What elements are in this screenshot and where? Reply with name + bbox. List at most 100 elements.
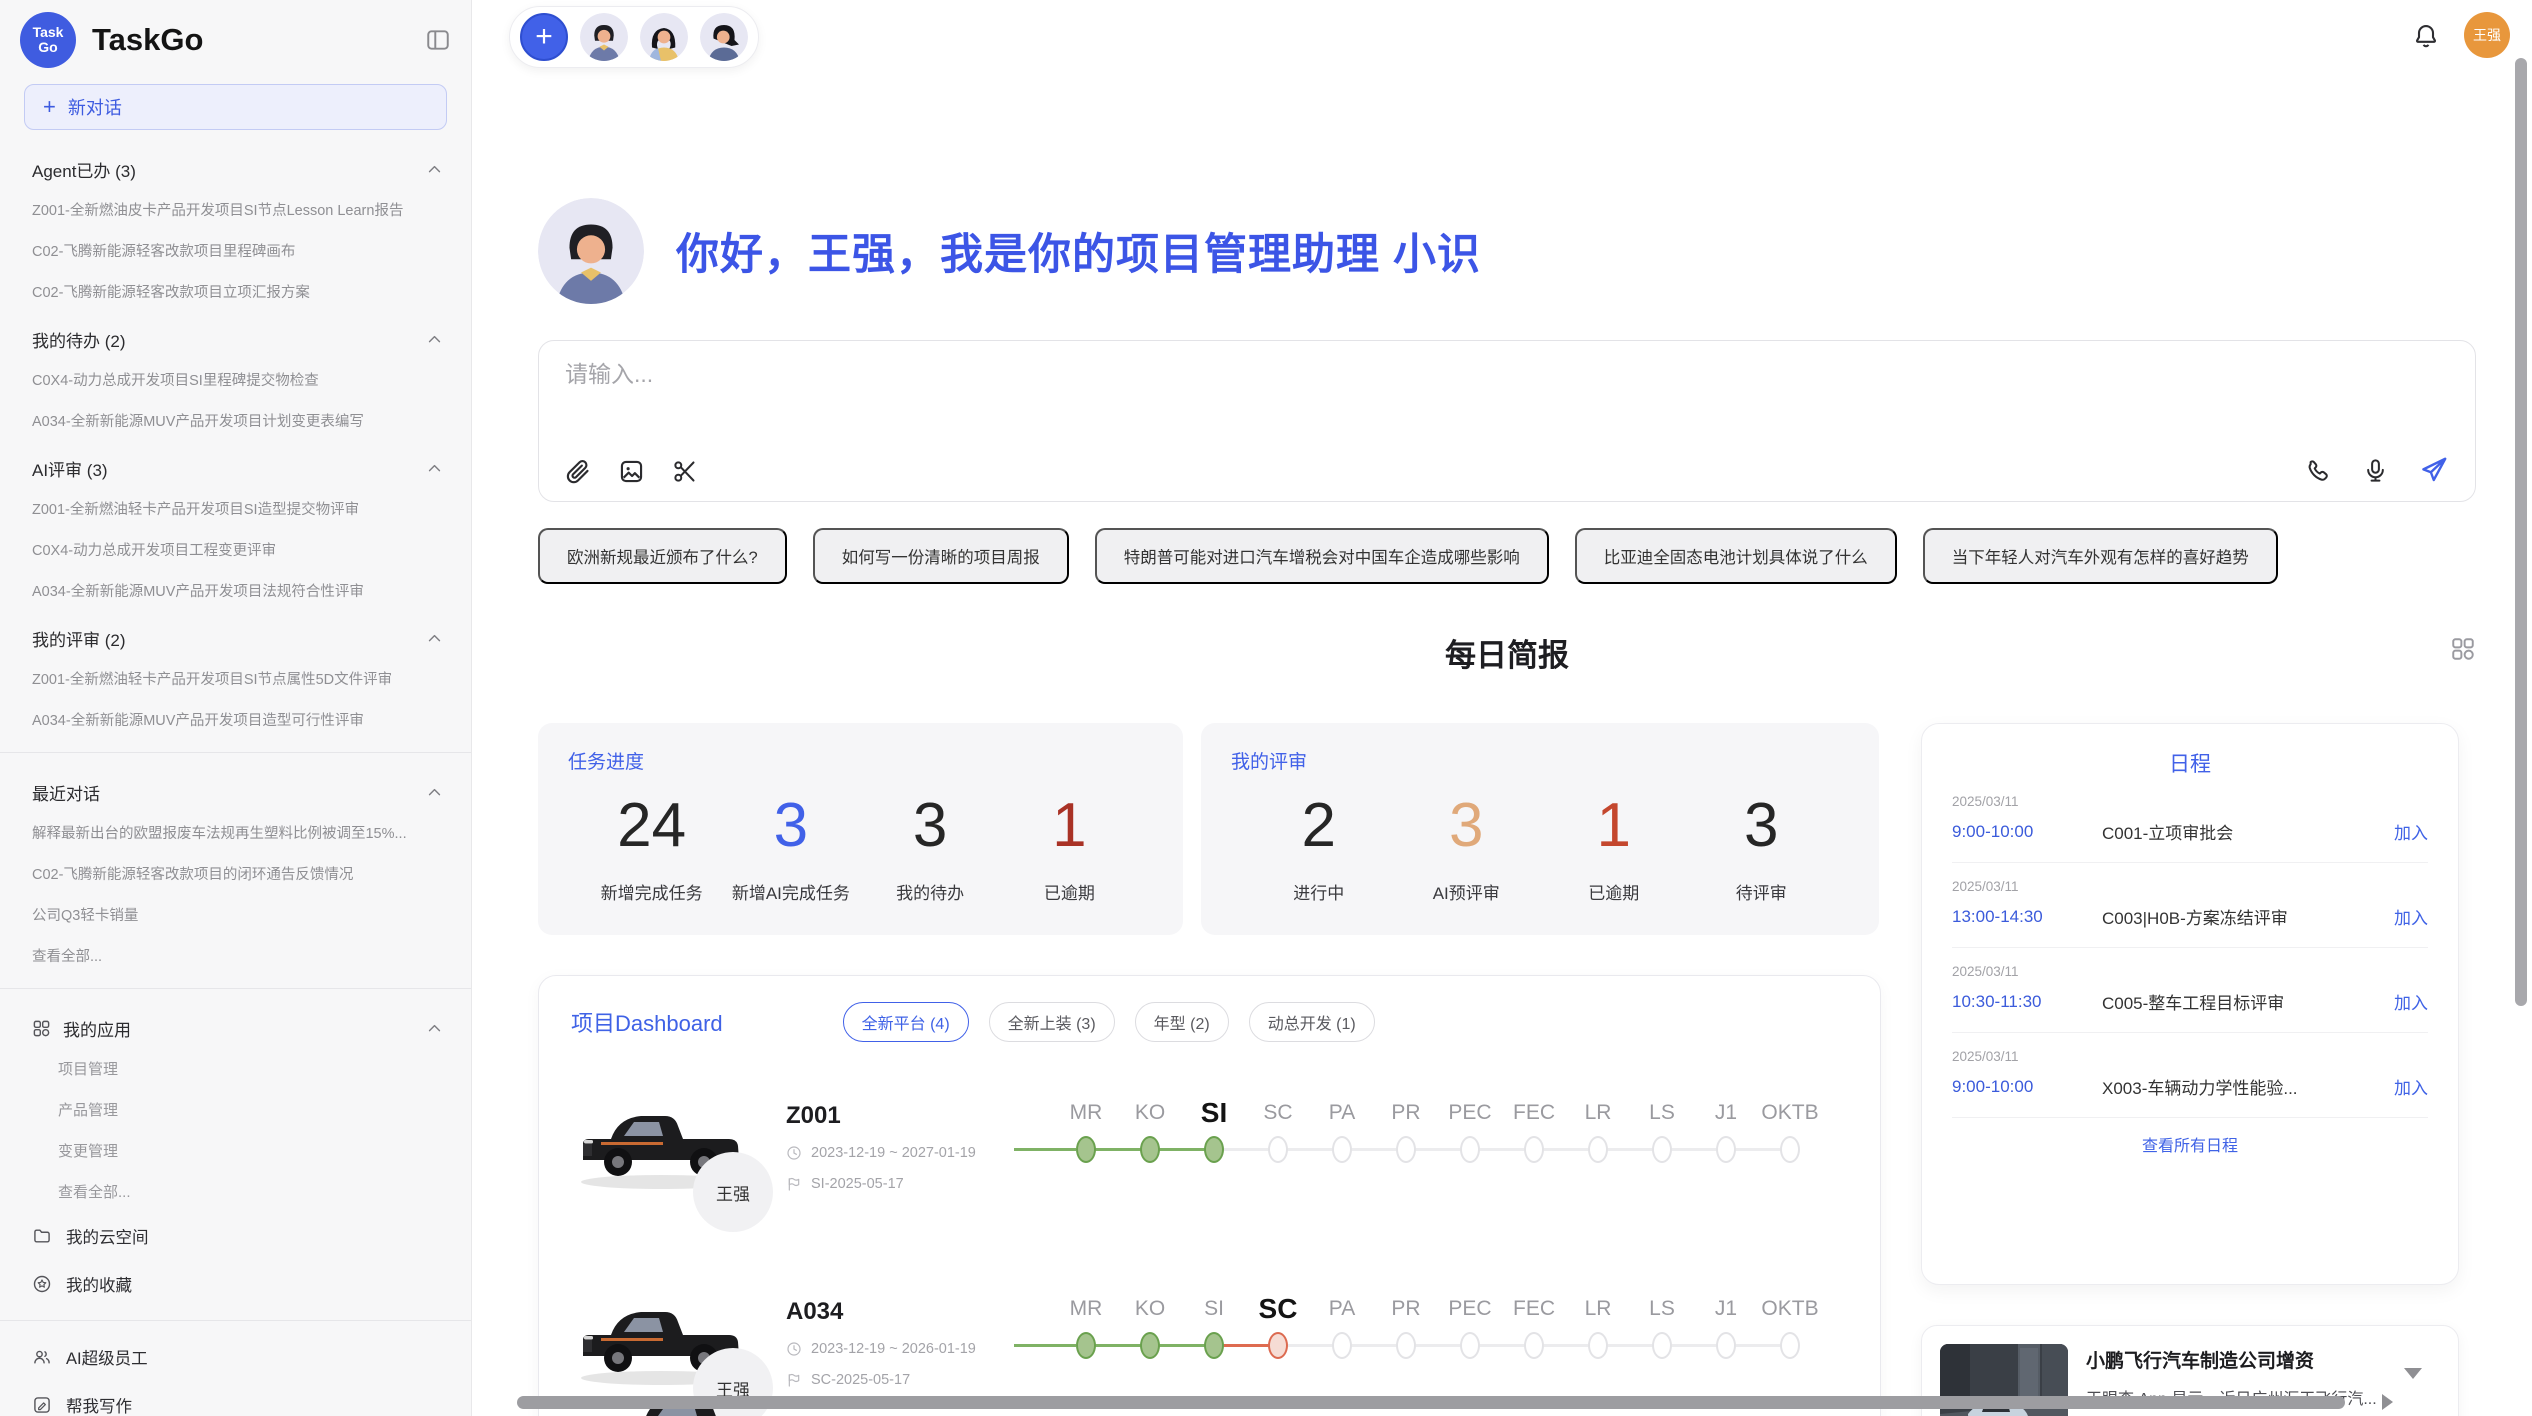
avatar[interactable]: [640, 13, 688, 61]
milestone-track: MR KO SI SC PA PR PEC FEC LR LS J1 OKTB: [1054, 1094, 1822, 1163]
scissors-icon[interactable]: [671, 458, 698, 485]
dates-text: 2023-12-19 ~ 2026-01-19: [811, 1341, 976, 1357]
layout-grid-icon[interactable]: [2450, 636, 2476, 667]
view-all-schedule-link[interactable]: 查看所有日程: [1952, 1132, 2428, 1156]
milestone-label: OKTB: [1761, 1094, 1818, 1132]
chat-composer: [538, 340, 2476, 502]
list-item[interactable]: Z001-全新燃油轻卡产品开发项目SI节点属性5D文件评审: [0, 658, 471, 699]
list-item[interactable]: A034-全新新能源MUV产品开发项目计划变更表编写: [0, 400, 471, 441]
list-item[interactable]: C0X4-动力总成开发项目SI里程碑提交物检查: [0, 359, 471, 400]
divider: [0, 1320, 471, 1321]
sidebar-item-favorites[interactable]: 我的收藏: [0, 1260, 471, 1308]
suggestion-chip[interactable]: 欧洲新规最近颁布了什么?: [538, 528, 787, 584]
section-title: 最近对话: [32, 780, 100, 805]
milestone-track: MR KO SI SC PA PR PEC FEC LR LS J1 OKTB: [1054, 1290, 1822, 1359]
dates-text: 2023-12-19 ~ 2027-01-19: [811, 1145, 976, 1161]
join-link[interactable]: 加入: [2394, 1074, 2428, 1099]
taskgo-app: Task Go TaskGo + 新对话 Agent已办 (3) Z001-全新…: [0, 0, 2532, 1416]
app-item-change-mgmt[interactable]: 变更管理: [0, 1130, 471, 1171]
filter-chip[interactable]: 全新平台 (4): [843, 1002, 969, 1042]
list-item[interactable]: Z001-全新燃油轻卡产品开发项目SI造型提交物评审: [0, 488, 471, 529]
milestone: OKTB: [1758, 1094, 1822, 1163]
filter-chip[interactable]: 年型 (2): [1135, 1002, 1229, 1042]
list-item[interactable]: C02-飞腾新能源轻客改款项目立项汇报方案: [0, 271, 471, 312]
chevron-up-icon[interactable]: [426, 331, 443, 348]
stat-in-progress: 2 进行中: [1245, 790, 1393, 904]
milestone: LS: [1630, 1094, 1694, 1163]
suggestion-chip[interactable]: 如何写一份清晰的项目周报: [813, 528, 1069, 584]
avatar[interactable]: [580, 13, 628, 61]
vertical-scrollbar[interactable]: [2515, 58, 2527, 1006]
join-link[interactable]: 加入: [2394, 989, 2428, 1014]
project-row[interactable]: 王强 Z001 2023-12-19 ~ 2027-01-19 SI-2025-…: [539, 1094, 1880, 1226]
suggestion-chip[interactable]: 比亚迪全固态电池计划具体说了什么: [1575, 528, 1897, 584]
section-header-agent-done[interactable]: Agent已办 (3): [0, 142, 471, 189]
view-all-chats-link[interactable]: 查看全部...: [0, 935, 471, 976]
section-header-my-todo[interactable]: 我的待办 (2): [0, 312, 471, 359]
milestone-dot: [1140, 1332, 1160, 1359]
suggestion-chip[interactable]: 特朗普可能对进口汽车增税会对中国车企造成哪些影响: [1095, 528, 1549, 584]
notification-bell-icon[interactable]: [2412, 22, 2440, 55]
stat-value: 3: [861, 790, 1000, 861]
filter-chip[interactable]: 全新上装 (3): [989, 1002, 1115, 1042]
suggestion-chip[interactable]: 当下年轻人对汽车外观有怎样的喜好趋势: [1923, 528, 2278, 584]
list-item[interactable]: A034-全新新能源MUV产品开发项目造型可行性评审: [0, 699, 471, 740]
scroll-right-arrow[interactable]: [2382, 1394, 2393, 1410]
divider: [0, 752, 471, 753]
section-header-recent-chats[interactable]: 最近对话: [0, 765, 471, 812]
view-all-apps-link[interactable]: 查看全部...: [0, 1171, 471, 1212]
list-item[interactable]: 公司Q3轻卡销量: [0, 894, 471, 935]
sidebar-item-cloud-space[interactable]: 我的云空间: [0, 1212, 471, 1260]
sidebar-item-help-me-write[interactable]: 帮我写作: [0, 1381, 471, 1416]
news-title: 小鹏飞行汽车制造公司增资: [2086, 1346, 2377, 1373]
event-time: 9:00-10:00: [1952, 822, 2102, 842]
mic-icon[interactable]: [2362, 457, 2389, 484]
section-header-my-review[interactable]: 我的评审 (2): [0, 611, 471, 658]
project-dashboard-card: 项目Dashboard 全新平台 (4) 全新上装 (3) 年型 (2) 动总开…: [538, 975, 1881, 1416]
join-link[interactable]: 加入: [2394, 819, 2428, 844]
sidebar-header: Task Go TaskGo: [0, 0, 471, 76]
add-member-button[interactable]: +: [520, 13, 568, 61]
join-link[interactable]: 加入: [2394, 904, 2428, 929]
user-avatar[interactable]: 王强: [2464, 12, 2510, 58]
milestone: PR: [1374, 1094, 1438, 1163]
project-row-partial: [605, 1374, 785, 1416]
milestone-label: SI: [1204, 1290, 1224, 1328]
horizontal-scrollbar[interactable]: [517, 1396, 2345, 1409]
chat-input[interactable]: [565, 361, 2065, 388]
list-item[interactable]: 解释最新出台的欧盟报废车法规再生塑料比例被调至15%...: [0, 812, 471, 853]
chevron-up-icon[interactable]: [426, 460, 443, 477]
dashboard-filters: 全新平台 (4) 全新上装 (3) 年型 (2) 动总开发 (1): [843, 1002, 1375, 1042]
chevron-up-icon[interactable]: [426, 1020, 443, 1037]
attachment-icon[interactable]: [565, 458, 592, 485]
scroll-down-arrow[interactable]: [2404, 1368, 2422, 1379]
project-info: A034 2023-12-19 ~ 2026-01-19 SC-2025-05-…: [786, 1290, 1054, 1388]
milestone-label: PA: [1329, 1094, 1355, 1132]
list-item[interactable]: C02-飞腾新能源轻客改款项目的闭环通告反馈情况: [0, 853, 471, 894]
list-item[interactable]: A034-全新新能源MUV产品开发项目法规符合性评审: [0, 570, 471, 611]
section-header-my-apps[interactable]: 我的应用: [0, 1001, 471, 1048]
list-item[interactable]: C02-飞腾新能源轻客改款项目里程碑画布: [0, 230, 471, 271]
avatar[interactable]: [700, 13, 748, 61]
list-item[interactable]: C0X4-动力总成开发项目工程变更评审: [0, 529, 471, 570]
image-icon[interactable]: [618, 458, 645, 485]
chevron-up-icon[interactable]: [426, 161, 443, 178]
sidebar-item-ai-super-staff[interactable]: AI超级员工: [0, 1333, 471, 1381]
chevron-up-icon[interactable]: [426, 630, 443, 647]
app-item-product-mgmt[interactable]: 产品管理: [0, 1089, 471, 1130]
chevron-up-icon[interactable]: [426, 784, 443, 801]
section-header-ai-review[interactable]: AI评审 (3): [0, 441, 471, 488]
phone-icon[interactable]: [2305, 457, 2332, 484]
schedule-event: 2025/03/11 9:00-10:00 X003-车辆动力学性能验... 加…: [1952, 1033, 2428, 1118]
milestone-dot: [1268, 1332, 1288, 1359]
app-item-project-mgmt[interactable]: 项目管理: [0, 1048, 471, 1089]
daily-briefing-title: 每日简报: [1445, 638, 1569, 673]
schedule-title: 日程: [1952, 748, 2428, 778]
new-chat-button[interactable]: + 新对话: [24, 84, 447, 130]
sidebar-collapse-icon[interactable]: [425, 27, 451, 53]
milestone-dot: [1332, 1332, 1352, 1359]
filter-chip[interactable]: 动总开发 (1): [1249, 1002, 1375, 1042]
send-icon[interactable]: [2419, 455, 2449, 485]
milestone: LR: [1566, 1094, 1630, 1163]
list-item[interactable]: Z001-全新燃油皮卡产品开发项目SI节点Lesson Learn报告: [0, 189, 471, 230]
